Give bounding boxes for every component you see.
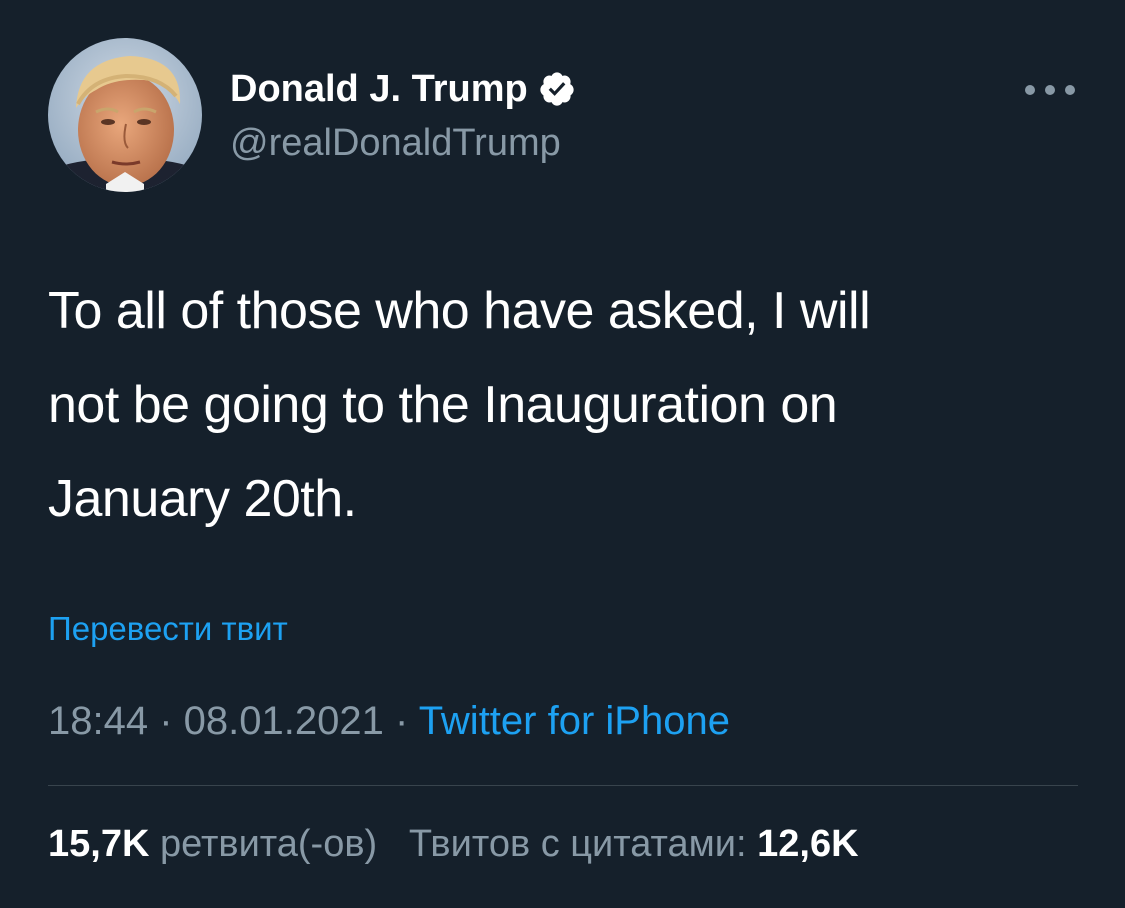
more-dot: [1025, 85, 1035, 95]
tweet-source-link[interactable]: Twitter for iPhone: [419, 699, 730, 743]
tweet-text-line: To all of those who have asked, I will: [48, 282, 871, 340]
author-name-text: Donald J. Trump: [230, 68, 528, 110]
verified-badge-icon: [538, 70, 576, 108]
tweet-metadata: 18:44 · 08.01.2021 · Twitter for iPhone: [48, 694, 730, 748]
tweet-text: To all of those who have asked, I will n…: [48, 264, 1088, 546]
meta-separator: ·: [383, 699, 419, 743]
retweets-count: 15,7K: [48, 823, 150, 865]
profile-photo: [48, 38, 202, 192]
tweet-stats: 15,7K ретвита(-ов) Твитов с цитатами: 12…: [48, 818, 859, 870]
author-handle[interactable]: @realDonaldTrump: [230, 118, 561, 168]
divider: [48, 785, 1078, 786]
retweets-stat[interactable]: 15,7K ретвита(-ов): [48, 823, 377, 865]
author-name[interactable]: Donald J. Trump: [230, 64, 576, 114]
tweet-time: 18:44: [48, 699, 149, 743]
meta-separator: ·: [148, 699, 184, 743]
more-dot: [1045, 85, 1055, 95]
quote-tweets-count: 12,6K: [757, 823, 859, 865]
tweet-detail: Donald J. Trump @realDonaldTrump To all …: [0, 0, 1125, 908]
avatar[interactable]: [48, 38, 202, 192]
tweet-text-line: not be going to the Inauguration on: [48, 376, 838, 434]
retweets-label: ретвита(-ов): [159, 823, 378, 865]
translate-tweet-link[interactable]: Перевести твит: [48, 606, 288, 652]
quote-tweets-stat[interactable]: Твитов с цитатами: 12,6K: [409, 823, 859, 865]
more-options-icon[interactable]: [1022, 72, 1078, 108]
quote-tweets-label: Твитов с цитатами:: [408, 823, 747, 865]
tweet-text-line: January 20th.: [48, 470, 357, 528]
tweet-date: 08.01.2021: [183, 699, 384, 743]
more-dot: [1065, 85, 1075, 95]
